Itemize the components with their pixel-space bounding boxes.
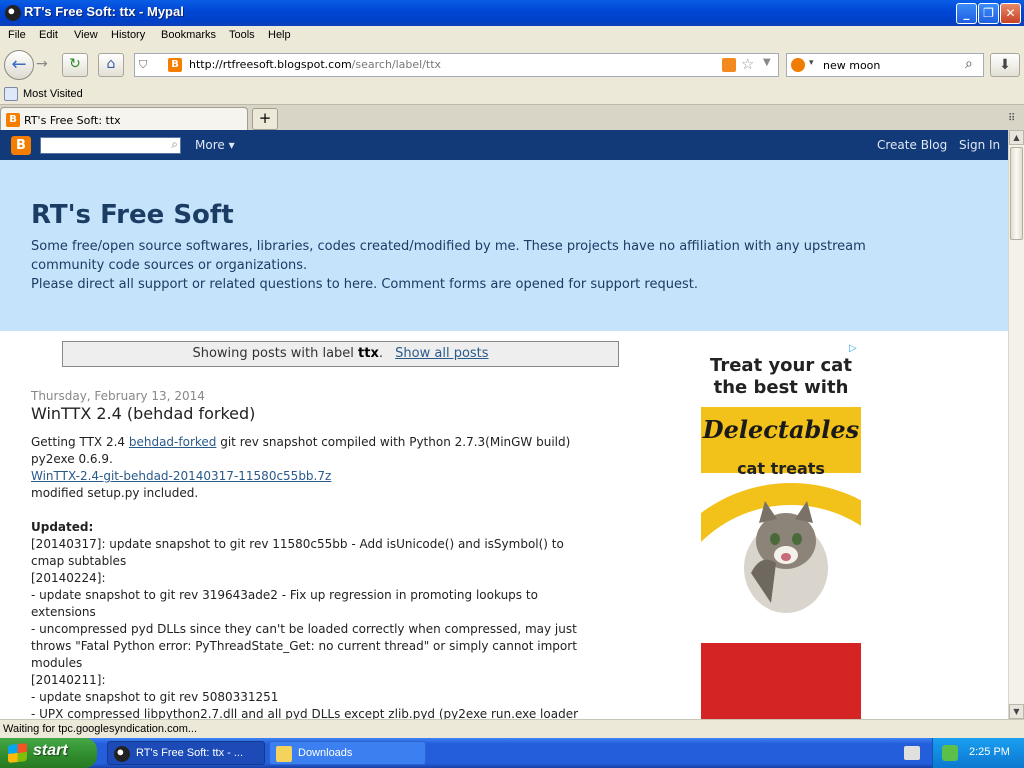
- post-date: Thursday, February 13, 2014: [31, 389, 205, 403]
- menu-edit[interactable]: Edit: [39, 29, 58, 41]
- update-line: cmap subtables: [31, 554, 127, 568]
- update-line: [20140317]: update snapshot to git rev 1…: [31, 537, 564, 551]
- scroll-thumb[interactable]: [1010, 147, 1023, 240]
- taskbar-item-browser[interactable]: RT's Free Soft: ttx - ...: [107, 741, 265, 765]
- scroll-down-icon[interactable]: ▼: [1009, 704, 1024, 719]
- window-title: RT's Free Soft: ttx - Mypal: [24, 4, 184, 19]
- bookmarks-toolbar: Most Visited: [0, 84, 1024, 104]
- engine-dropdown-icon[interactable]: ▾: [809, 58, 814, 68]
- ad-tagline: cat treats: [737, 459, 825, 478]
- system-tray: 2:25 PM: [932, 738, 1024, 768]
- rss-feed-icon[interactable]: [722, 58, 736, 72]
- menu-help[interactable]: Help: [268, 29, 291, 41]
- update-line: - UPX compressed libpython2.7.dll and al…: [31, 707, 579, 719]
- tab-label: RT's Free Soft: ttx: [24, 114, 121, 127]
- advertisement[interactable]: ▷ Treat your cat the best with Delectabl…: [701, 343, 861, 719]
- clock[interactable]: 2:25 PM: [969, 746, 1010, 758]
- update-line: [20140224]:: [31, 571, 106, 585]
- page-viewport: B ⌕ More ▾ Create Blog Sign In RT's Free…: [0, 130, 1008, 719]
- update-line: - update snapshot to git rev 319643ade2 …: [31, 588, 538, 602]
- taskbar-item-downloads[interactable]: Downloads: [269, 741, 426, 765]
- most-visited-bookmark[interactable]: Most Visited: [23, 88, 83, 100]
- tab-strip: B RT's Free Soft: ttx + ⠿: [0, 104, 1024, 131]
- search-icon[interactable]: ⌕: [171, 137, 178, 152]
- post-intro: Getting TTX 2.4 behdad-forked git rev sn…: [31, 435, 571, 449]
- menu-view[interactable]: View: [74, 29, 98, 41]
- search-input[interactable]: new moon: [823, 59, 880, 72]
- search-bar[interactable]: ▾ new moon ⌕: [786, 53, 984, 77]
- show-all-posts-link[interactable]: Show all posts: [395, 346, 488, 361]
- title-bar: RT's Free Soft: ttx - Mypal _ ❐ ✕: [0, 0, 1024, 26]
- blog-post: Thursday, February 13, 2014 WinTTX 2.4 (…: [31, 388, 646, 719]
- update-line: throws "Fatal Python error: PyThreadStat…: [31, 639, 577, 653]
- search-icon[interactable]: ⌕: [965, 56, 973, 72]
- url-bar[interactable]: ⛉ B http://rtfreesoft.blogspot.com/searc…: [134, 53, 779, 77]
- menu-file[interactable]: File: [8, 29, 26, 41]
- update-line: - update snapshot to git rev 5080331251: [31, 690, 279, 704]
- windows-logo-icon: [8, 743, 27, 763]
- scroll-up-icon[interactable]: ▲: [1009, 130, 1024, 145]
- cat-image: [744, 501, 828, 613]
- tab-rt-free-soft[interactable]: B RT's Free Soft: ttx: [0, 107, 248, 131]
- blog-title[interactable]: RT's Free Soft: [31, 200, 234, 230]
- update-line: modules: [31, 656, 83, 670]
- updated-heading: Updated:: [31, 520, 94, 534]
- blogger-favicon-icon: B: [168, 58, 182, 72]
- keyboard-icon[interactable]: [904, 746, 920, 760]
- most-visited-icon: [4, 87, 18, 101]
- status-text: Waiting for tpc.googlesyndication.com...: [3, 723, 198, 735]
- url-text[interactable]: http://rtfreesoft.blogspot.com/search/la…: [189, 58, 441, 71]
- maximize-button[interactable]: ❐: [978, 3, 999, 24]
- taskbar: start RT's Free Soft: ttx - ... Download…: [0, 738, 1024, 768]
- ad-headline: Treat your cat the best with: [710, 355, 852, 398]
- close-button[interactable]: ✕: [1000, 3, 1021, 24]
- home-button[interactable]: ⌂: [98, 53, 124, 77]
- behdad-forked-link[interactable]: behdad-forked: [129, 435, 217, 449]
- update-line: - uncompressed pyd DLLs since they can't…: [31, 622, 577, 636]
- menu-bar: File Edit View History Bookmarks Tools H…: [0, 26, 1024, 46]
- new-tab-button[interactable]: +: [252, 108, 278, 130]
- blog-search-input[interactable]: ⌕: [40, 137, 181, 154]
- blogger-logo-icon[interactable]: B: [11, 136, 31, 155]
- more-menu[interactable]: More ▾: [195, 138, 235, 152]
- menu-tools[interactable]: Tools: [229, 29, 255, 41]
- app-icon: [5, 5, 21, 21]
- page-scrollbar[interactable]: ▲ ▼: [1008, 130, 1024, 719]
- sign-in-link[interactable]: Sign In: [959, 138, 1000, 152]
- blog-description: Some free/open source softwares, librari…: [31, 239, 866, 292]
- tab-list-icon[interactable]: ⠿: [1008, 113, 1015, 124]
- blogger-favicon-icon: B: [6, 113, 20, 127]
- reload-button[interactable]: ↻: [62, 53, 88, 77]
- menu-history[interactable]: History: [111, 29, 145, 41]
- download-link[interactable]: WinTTX-2.4-git-behdad-20140317-11580c55b…: [31, 468, 646, 485]
- menu-bookmarks[interactable]: Bookmarks: [161, 29, 216, 41]
- search-engine-icon[interactable]: [791, 58, 805, 72]
- start-button[interactable]: start: [0, 738, 97, 768]
- create-blog-link[interactable]: Create Blog: [877, 138, 947, 152]
- back-button[interactable]: ←: [4, 50, 34, 80]
- url-dropdown-icon[interactable]: ▼: [763, 57, 771, 68]
- post-title[interactable]: WinTTX 2.4 (behdad forked): [31, 405, 646, 422]
- forward-button[interactable]: →: [36, 56, 48, 72]
- downloads-button[interactable]: ⬇: [990, 53, 1020, 77]
- ad-product-package: [701, 643, 861, 719]
- navigation-toolbar: ← → ↻ ⌂ ⛉ B http://rtfreesoft.blogspot.c…: [0, 46, 1024, 84]
- ad-brand: Delectables: [702, 415, 860, 444]
- browser-icon: [114, 746, 130, 762]
- network-icon[interactable]: [942, 745, 958, 761]
- update-line: extensions: [31, 605, 96, 619]
- adchoices-icon[interactable]: ▷: [849, 343, 861, 355]
- identity-shield-icon[interactable]: ⛉: [139, 58, 153, 72]
- blog-header: RT's Free Soft Some free/open source sof…: [0, 160, 1008, 331]
- minimize-button[interactable]: _: [956, 3, 977, 24]
- bookmark-star-icon[interactable]: ☆: [741, 55, 754, 73]
- folder-icon: [276, 746, 292, 762]
- label-status-box: Showing posts with label ttx. Show all p…: [62, 341, 619, 367]
- update-line: [20140211]:: [31, 673, 106, 687]
- blogger-navbar: B ⌕ More ▾ Create Blog Sign In: [0, 130, 1008, 160]
- status-bar: Waiting for tpc.googlesyndication.com...: [0, 719, 1024, 738]
